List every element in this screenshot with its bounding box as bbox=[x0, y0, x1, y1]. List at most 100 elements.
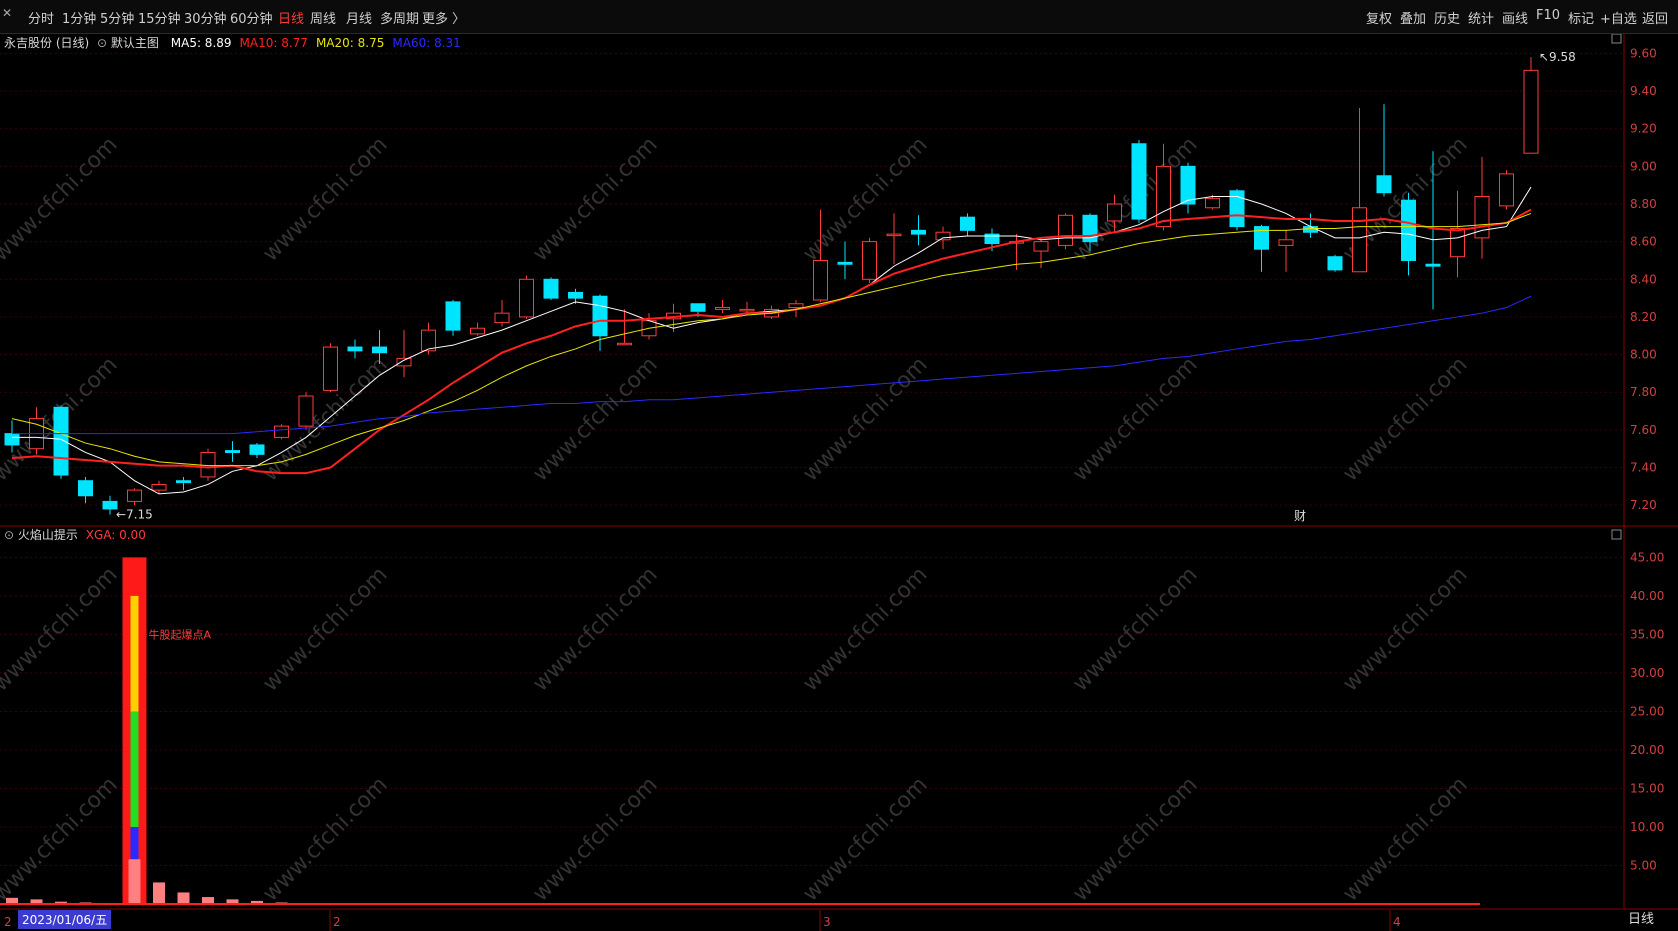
period-tab-9[interactable]: 多周期 bbox=[380, 8, 419, 27]
tool-button-5[interactable]: F10 bbox=[1536, 8, 1560, 23]
main-y-tick: 8.60 bbox=[1630, 235, 1657, 249]
candle-body bbox=[1303, 226, 1318, 233]
candle-body bbox=[494, 312, 510, 324]
template-icon[interactable]: ⊙ bbox=[97, 36, 107, 50]
month-label: 4 bbox=[1393, 915, 1401, 929]
candle-body bbox=[543, 278, 559, 299]
candle-body bbox=[396, 357, 412, 367]
bottom-period-tab[interactable]: 日线 bbox=[1628, 908, 1654, 927]
stock-title: 永吉股份 (日线) bbox=[4, 36, 90, 50]
period-tab-3[interactable]: 15分钟 bbox=[138, 8, 181, 27]
candle-body bbox=[1033, 241, 1049, 252]
main-y-tick: 7.20 bbox=[1630, 498, 1657, 512]
sub-y-tick: 25.00 bbox=[1630, 704, 1664, 718]
main-y-tick: 7.80 bbox=[1630, 385, 1657, 399]
candle-body bbox=[1205, 197, 1220, 209]
candle bbox=[200, 448, 216, 481]
candle-body bbox=[837, 261, 853, 265]
collapse-icon[interactable]: ✕ bbox=[2, 6, 22, 26]
sub-info-line: ⊙ 火焰山提示 XGA: 0.00 bbox=[4, 526, 146, 543]
period-tab-2[interactable]: 5分钟 bbox=[100, 8, 134, 27]
month-label: 2 bbox=[333, 915, 341, 929]
period-tab-1[interactable]: 1分钟 bbox=[62, 8, 96, 27]
ma-label-0: MA5: 8.89 bbox=[170, 36, 232, 50]
sub-bar bbox=[153, 882, 165, 904]
candle bbox=[862, 237, 877, 284]
candle bbox=[1131, 140, 1147, 223]
ma-labels: MA5: 8.89 MA10: 8.77 MA20: 8.75 MA60: 8.31 bbox=[163, 36, 461, 50]
tool-button-6[interactable]: 标记 bbox=[1568, 8, 1594, 27]
candle-body bbox=[1450, 227, 1465, 258]
candle-body bbox=[690, 303, 706, 312]
sub-bar bbox=[177, 892, 190, 904]
tool-button-0[interactable]: 复权 bbox=[1366, 8, 1392, 27]
candle-body bbox=[568, 291, 583, 299]
main-y-tick: 9.20 bbox=[1630, 122, 1657, 136]
candle-body bbox=[1278, 239, 1294, 246]
candle-body bbox=[715, 307, 730, 310]
candle-body bbox=[960, 216, 975, 231]
main-info-line: 永吉股份 (日线) ⊙ 默认主图 MA5: 8.89 MA10: 8.77 MA20… bbox=[4, 34, 461, 51]
candle-body bbox=[372, 346, 387, 354]
candle-body bbox=[445, 301, 461, 331]
period-tab-6[interactable]: 日线 bbox=[278, 8, 304, 27]
candle-body bbox=[788, 303, 804, 309]
sub-y-tick: 35.00 bbox=[1630, 627, 1664, 641]
main-y-tick: 9.60 bbox=[1630, 46, 1657, 60]
candle-body bbox=[347, 346, 363, 352]
sub-y-tick: 10.00 bbox=[1630, 820, 1664, 834]
candle bbox=[543, 277, 559, 300]
left-month-label: 2 bbox=[4, 915, 12, 929]
tool-button-8[interactable]: 返回 bbox=[1642, 8, 1668, 27]
event-marker: 财 bbox=[1294, 509, 1306, 523]
tool-button-4[interactable]: 画线 bbox=[1502, 8, 1528, 27]
sub-toggle-icon[interactable]: ⊙ bbox=[4, 528, 14, 542]
candle-body bbox=[102, 500, 118, 510]
tool-button-1[interactable]: 叠加 bbox=[1400, 8, 1426, 27]
period-tab-5[interactable]: 60分钟 bbox=[230, 8, 273, 27]
candle-body bbox=[323, 346, 338, 391]
candle-body bbox=[1156, 165, 1171, 228]
candle-body bbox=[911, 229, 926, 235]
candle bbox=[298, 392, 314, 430]
candle-body bbox=[200, 451, 216, 478]
candle-body bbox=[617, 342, 632, 346]
sub-title[interactable]: 火焰山提示 bbox=[18, 528, 78, 542]
candle-body bbox=[176, 480, 191, 484]
candle-body bbox=[592, 295, 608, 337]
main-y-tick: 8.40 bbox=[1630, 272, 1657, 286]
candle-body bbox=[935, 231, 951, 241]
candle-body bbox=[78, 480, 93, 497]
sub-bar bbox=[202, 897, 214, 904]
tool-button-7[interactable]: +自选 bbox=[1600, 8, 1637, 27]
candle-body bbox=[274, 425, 289, 438]
period-tab-0[interactable]: 分时 bbox=[28, 8, 54, 27]
ma-label-1: MA10: 8.77 bbox=[239, 36, 308, 50]
tool-button-2[interactable]: 历史 bbox=[1434, 8, 1460, 27]
flame-annotation: 牛股起爆点A bbox=[149, 627, 212, 641]
period-tab-4[interactable]: 30分钟 bbox=[184, 8, 227, 27]
candle-body bbox=[127, 489, 142, 502]
candle-body bbox=[225, 450, 240, 453]
candle-body bbox=[1352, 207, 1367, 273]
candle-body bbox=[4, 433, 20, 446]
flame-green-bar bbox=[130, 711, 139, 827]
candle-body bbox=[813, 259, 828, 301]
candle bbox=[1499, 170, 1514, 210]
ma-label-2: MA20: 8.75 bbox=[315, 36, 385, 50]
sub-y-tick: 20.00 bbox=[1630, 743, 1664, 757]
candle bbox=[1327, 254, 1343, 272]
tool-button-3[interactable]: 统计 bbox=[1468, 8, 1494, 27]
period-tab-8[interactable]: 月线 bbox=[346, 8, 372, 27]
main-y-tick: 9.40 bbox=[1630, 84, 1657, 98]
sub-y-tick: 40.00 bbox=[1630, 589, 1664, 603]
period-tab-7[interactable]: 周线 bbox=[310, 8, 336, 27]
kline-chart[interactable]: 9.60 9.40 9.20 9.00 8.80 8.60 8.40 8.20 8.00 7.80… bbox=[0, 34, 1678, 931]
flame-base-bar bbox=[128, 859, 141, 904]
sub-y-tick: 15.00 bbox=[1630, 781, 1664, 795]
candle-body bbox=[151, 483, 167, 491]
period-tab-10[interactable]: 更多 〉 bbox=[422, 8, 465, 27]
template-name[interactable]: 默认主图 bbox=[111, 36, 159, 50]
candle bbox=[1523, 57, 1539, 154]
candle-body bbox=[1376, 175, 1392, 194]
